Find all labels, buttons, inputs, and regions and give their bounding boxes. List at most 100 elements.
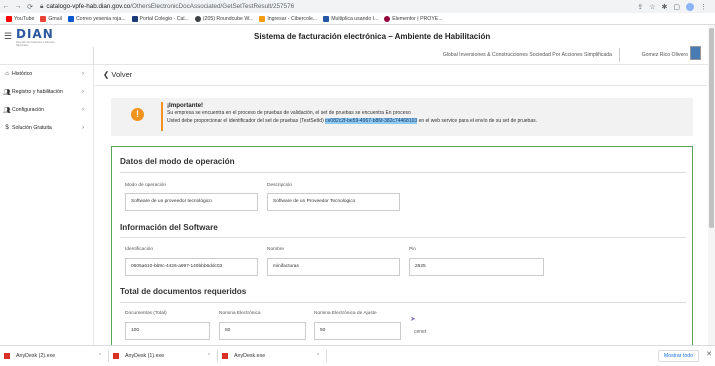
- users-icon: 👥︎: [3, 107, 11, 114]
- details-card: Datos del modo de operación Modo de oper…: [111, 146, 693, 361]
- youtube-icon: [6, 15, 12, 22]
- sidebar-item-configuracion[interactable]: 👥︎ Configuración ›: [0, 101, 94, 119]
- nomina-ajuste-label: Nomina Electrónica de Ajuste: [314, 311, 377, 316]
- bookmark-portal[interactable]: Portal Colegio - Cal...: [131, 15, 189, 22]
- chevron-right-icon: ›: [82, 107, 84, 113]
- scrollbar-thumb[interactable]: [709, 28, 714, 228]
- sidepanel-icon[interactable]: ▢: [673, 3, 680, 11]
- extensions-icon[interactable]: ✱: [662, 3, 668, 11]
- pin-label: Pin: [409, 247, 416, 252]
- alert-title: ¡Importante!: [167, 102, 204, 109]
- identification-label: Identificación: [125, 247, 153, 252]
- user-name[interactable]: Gomez Rico Olivero: [642, 52, 688, 58]
- section-title-totals: Total de documentos requeridos: [120, 287, 247, 296]
- nomina-label: Nomina Electrónica: [219, 311, 261, 316]
- show-all-downloads-button[interactable]: Mostrar todo: [657, 350, 699, 362]
- alert-instructions: Usted debe proporcionar el identificador…: [167, 118, 537, 124]
- grid-icon: [131, 15, 138, 22]
- bookmark-cibercole[interactable]: Ingresar - Cibercole...: [259, 15, 317, 22]
- url-path: /OthersElectronicDocAssociated/GetSetTes…: [130, 2, 295, 10]
- chevron-right-icon: ›: [82, 125, 84, 131]
- identification-field[interactable]: 0605a610-bb9c-4426-a997-140bbb6ddc03: [125, 258, 258, 276]
- divider: [217, 350, 218, 362]
- page-title: Sistema de facturación electrónica – Amb…: [254, 32, 491, 41]
- divider: [93, 47, 94, 65]
- hamburger-menu-icon[interactable]: ☰: [4, 31, 12, 42]
- gmail-icon: [40, 15, 47, 22]
- documents-total-field[interactable]: 100: [125, 322, 210, 340]
- menu-icon[interactable]: ⋮: [700, 3, 707, 11]
- forward-arrow-icon[interactable]: →: [12, 3, 24, 10]
- chevron-up-icon[interactable]: ⌃: [207, 353, 217, 359]
- download-item[interactable]: AnyDesk (2).exe ⌃: [4, 353, 108, 359]
- divider: [120, 302, 686, 303]
- alert-message: Su empresa se encuentra en el proceso de…: [167, 110, 411, 116]
- exe-file-icon: [4, 353, 10, 359]
- bookmark-correo[interactable]: Correo yesenia roja...: [67, 15, 126, 22]
- bookmark-youtube[interactable]: YouTube: [6, 15, 34, 22]
- bookmark-gmail[interactable]: Gmail: [40, 15, 62, 22]
- section-title-operation: Datos del modo de operación: [120, 157, 235, 166]
- dollar-icon: $: [5, 125, 9, 131]
- share-icon[interactable]: ⇪: [637, 3, 643, 11]
- company-name: Global Inversiones & Construcciones Soci…: [442, 52, 612, 58]
- back-link[interactable]: ❮ Volver: [103, 70, 132, 79]
- close-icon[interactable]: ✕: [706, 350, 712, 358]
- bookmark-multiplica[interactable]: Multiplica usando l...: [323, 15, 378, 22]
- mouse-cursor-icon: ➤: [410, 316, 416, 323]
- pin-field[interactable]: 2525: [409, 258, 544, 276]
- profile-avatar[interactable]: [686, 2, 694, 11]
- app-header: ☰ DIAN Dirección de Impuestos y Aduanas …: [0, 25, 715, 65]
- roundcube-icon: [194, 15, 201, 22]
- important-alert: ! ¡Importante! Su empresa se encuentra e…: [111, 98, 693, 136]
- browser-toolbar: ← → ⟳ 🔒︎ catalogo-vpfe-hab.dian.gov.co/Ot…: [0, 0, 715, 13]
- chevron-up-icon[interactable]: ⌃: [98, 353, 108, 359]
- back-arrow-icon[interactable]: ←: [0, 3, 12, 10]
- divider: [108, 350, 109, 362]
- documents-total-label: Documentos (Total): [125, 311, 167, 316]
- section-title-software: Información del Software: [120, 223, 218, 232]
- nomina-ajuste-field[interactable]: 50: [314, 322, 401, 340]
- download-item[interactable]: AnyDesk (1).exe ⌃: [113, 353, 217, 359]
- bookmark-roundcube[interactable]: (205) Roundcube W...: [194, 15, 253, 22]
- url-domain: catalogo-vpfe-hab.dian.gov.co: [46, 2, 131, 10]
- bookmark-elementor[interactable]: Elementor | PROYE...: [384, 15, 443, 22]
- cenet-text: cenet: [414, 329, 427, 335]
- user-avatar[interactable]: [690, 46, 701, 60]
- description-field[interactable]: Software de un Proveedor Tecnologico: [267, 193, 400, 211]
- sidebar-item-historico[interactable]: ⌂ Histórico ›: [0, 65, 94, 83]
- address-bar[interactable]: 🔒︎ catalogo-vpfe-hab.dian.gov.co/OthersEl…: [40, 3, 637, 11]
- home-icon: ⌂: [5, 71, 9, 77]
- mail-icon: [67, 15, 74, 22]
- mode-label: Modo de operación: [125, 183, 167, 188]
- divider: [120, 237, 686, 238]
- nomina-field[interactable]: 50: [219, 322, 306, 340]
- cibercole-icon: [259, 15, 266, 22]
- name-field[interactable]: minifacturas: [267, 258, 400, 276]
- multiplica-icon: [323, 15, 330, 22]
- alert-accent-bar: [161, 102, 163, 131]
- downloads-bar: AnyDesk (2).exe ⌃ AnyDesk (1).exe ⌃ AnyD…: [0, 345, 715, 366]
- chevron-right-icon: ›: [82, 89, 84, 95]
- chevron-right-icon: ›: [82, 71, 84, 77]
- warning-icon: !: [131, 108, 144, 121]
- chevron-up-icon[interactable]: ⌃: [316, 353, 326, 359]
- sidebar: ⌂ Histórico › 👥︎ Registro y habilitación…: [0, 65, 94, 345]
- chevron-left-icon: ❮: [103, 70, 110, 79]
- elementor-icon: [384, 15, 391, 22]
- divider: [95, 85, 707, 86]
- star-icon[interactable]: ☆: [649, 3, 655, 11]
- test-set-id[interactable]: ce082c2f-be59-4967-b86f-382c74468103: [325, 118, 418, 124]
- mode-field[interactable]: Software de un proveedor tecnológico: [125, 193, 258, 211]
- divider: [120, 172, 686, 173]
- main-content: ❮ Volver ! ¡Importante! Su empresa se en…: [95, 65, 707, 361]
- sidebar-item-solucion[interactable]: $ Solución Gratuita ›: [0, 119, 94, 137]
- sidebar-item-registro[interactable]: 👥︎ Registro y habilitación ›: [0, 83, 94, 101]
- reload-icon[interactable]: ⟳: [24, 3, 36, 11]
- divider: [326, 350, 327, 362]
- exe-file-icon: [222, 353, 228, 359]
- download-item[interactable]: AnyDesk.exe ⌃: [222, 353, 326, 359]
- lock-icon: 🔒︎: [40, 2, 44, 10]
- exe-file-icon: [113, 353, 119, 359]
- name-label: Nombre: [267, 247, 285, 252]
